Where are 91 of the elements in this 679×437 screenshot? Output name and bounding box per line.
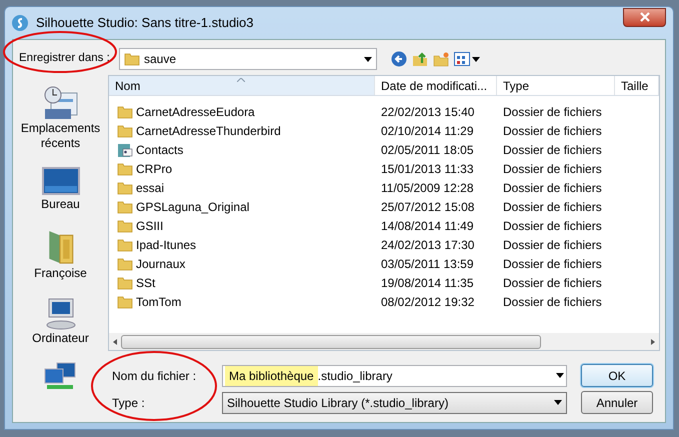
file-name-field[interactable]: Ma bibliothèque .studio_library — [222, 364, 567, 386]
back-icon[interactable] — [391, 51, 407, 67]
type-cell-text: Dossier de fichiers — [502, 180, 603, 196]
file-name-value: Ma bibliothèque .studio_library — [225, 366, 552, 384]
folder-icon — [117, 294, 133, 310]
file-name: Ipad-Itunes — [136, 236, 196, 254]
date-cell-text: 22/02/2013 15:40 — [380, 104, 476, 120]
places-item[interactable]: Emplacements récents — [14, 85, 106, 151]
file-row[interactable]: CarnetAdresseThunderbird 02/10/2014 11:29 Dossier de fichiers — [109, 121, 659, 140]
type-cell-text: Dossier de fichiers — [502, 142, 603, 158]
places-label: Bureau — [41, 197, 80, 212]
desktop-icon — [40, 165, 80, 197]
places-label: Emplacements récents — [20, 121, 102, 151]
places-item[interactable]: Ordinateur — [14, 295, 106, 346]
window-title: Silhouette Studio: Sans titre-1.studio3 — [36, 14, 255, 32]
date-cell-text: 15/01/2013 11:33 — [380, 160, 475, 178]
file-name: CRPro — [136, 160, 172, 178]
contact-card-icon — [117, 142, 133, 158]
folder-icon — [117, 104, 133, 120]
ok-button[interactable]: OK — [581, 364, 653, 387]
file-row[interactable]: Journaux 03/05/2011 13:59 Dossier de fichiers — [109, 254, 659, 273]
folder-icon — [117, 198, 133, 214]
folder-icon — [117, 256, 133, 272]
type-cell-text: Dossier de fichiers — [502, 294, 603, 310]
date-cell-text: 14/08/2014 11:49 — [380, 218, 475, 234]
type-cell-text: Dossier de fichiers — [502, 160, 603, 178]
type-cell-text: Dossier de fichiers — [502, 198, 603, 216]
folder-icon — [117, 122, 133, 138]
network-icon — [42, 360, 78, 392]
file-name: Journaux — [136, 256, 186, 272]
places-item[interactable]: Françoise — [14, 226, 106, 281]
file-name: CarnetAdresseThunderbird — [136, 122, 281, 140]
date-cell-text: 25/07/2012 15:08 — [380, 198, 476, 216]
dropdown-caret-icon — [556, 373, 564, 378]
places-label: Ordinateur — [32, 331, 89, 346]
file-name: SSt — [136, 274, 156, 292]
dropdown-caret-icon — [554, 400, 562, 405]
scroll-left-icon[interactable] — [113, 338, 117, 344]
file-name: GPSLaguna_Original — [136, 198, 250, 216]
up-folder-icon[interactable] — [412, 51, 428, 67]
folder-icon — [117, 160, 133, 176]
save-in-value: sauve — [144, 51, 178, 68]
file-name: TomTom — [136, 294, 182, 310]
close-button[interactable] — [623, 8, 666, 26]
column-header[interactable]: Nom — [109, 76, 375, 95]
date-cell-text: 03/05/2011 13:59 — [380, 256, 475, 272]
file-name: CarnetAdresseEudora — [136, 104, 255, 120]
type-label: Type : — [111, 394, 146, 412]
file-type-dropdown[interactable]: Silhouette Studio Library (*.studio_library) — [222, 392, 567, 414]
save-in-dropdown[interactable]: sauve — [119, 48, 377, 70]
type-cell-text: Dossier de fichiers — [502, 122, 603, 140]
file-row[interactable]: GSIII 14/08/2014 11:49 Dossier de fichiers — [109, 216, 659, 235]
close-icon — [640, 12, 650, 22]
views-menu-icon[interactable] — [454, 52, 480, 66]
file-row[interactable]: GPSLaguna_Original 25/07/2012 15:08 Dossier de fichiers — [109, 197, 659, 216]
file-name: Contacts — [136, 142, 184, 158]
app-logo-icon — [12, 15, 28, 31]
type-cell-text: Dossier de fichiers — [502, 236, 603, 254]
file-row[interactable]: CRPro 15/01/2013 11:33 Dossier de fichiers — [109, 159, 659, 178]
places-item[interactable]: Bureau — [14, 165, 106, 212]
type-cell-text: Dossier de fichiers — [502, 218, 603, 234]
file-row[interactable]: TomTom 08/02/2012 19:32 Dossier de fichiers — [109, 292, 659, 311]
folder-icon — [117, 274, 133, 290]
date-cell-text: 11/05/2009 12:28 — [380, 180, 475, 196]
date-cell-text: 19/08/2014 11:35 — [380, 274, 475, 292]
date-cell-text: 02/10/2014 11:29 — [380, 122, 475, 140]
file-name-label: Nom du fichier : — [111, 368, 198, 384]
file-row[interactable]: Contacts 02/05/2011 18:05 Dossier de fichiers — [109, 140, 659, 159]
file-type-value: Silhouette Studio Library (*.studio_library) — [227, 394, 450, 412]
folder-icon — [124, 51, 140, 67]
folder-icon — [117, 236, 133, 252]
file-row[interactable]: CarnetAdresseEudora 22/02/2013 15:40 Dossier de fichiers — [109, 102, 659, 121]
save-in-label: Enregistrer dans : — [18, 51, 111, 66]
horizontal-scrollbar[interactable] — [109, 333, 659, 350]
scroll-right-icon[interactable] — [651, 338, 655, 344]
type-cell-text: Dossier de fichiers — [502, 274, 603, 292]
cancel-button[interactable]: Annuler — [581, 391, 653, 414]
places-label: Françoise — [34, 266, 87, 281]
type-cell-text: Dossier de fichiers — [502, 256, 603, 272]
file-row[interactable]: essai 11/05/2009 12:28 Dossier de fichiers — [109, 178, 659, 197]
date-cell-text: 02/05/2011 18:05 — [380, 142, 475, 158]
file-row[interactable]: SSt 19/08/2014 11:35 Dossier de fichiers — [109, 273, 659, 292]
file-row[interactable]: Ipad-Itunes 24/02/2013 17:30 Dossier de fichiers — [109, 235, 659, 254]
file-name: essai — [136, 180, 164, 196]
dropdown-caret-icon — [364, 56, 372, 62]
date-cell-text: 08/02/2012 19:32 — [380, 294, 476, 310]
type-cell-text: Dossier de fichiers — [502, 104, 603, 120]
folder-icon — [117, 180, 133, 196]
date-cell-text: 24/02/2013 17:30 — [380, 236, 476, 254]
folder-icon — [117, 218, 133, 234]
file-name: GSIII — [136, 218, 164, 234]
